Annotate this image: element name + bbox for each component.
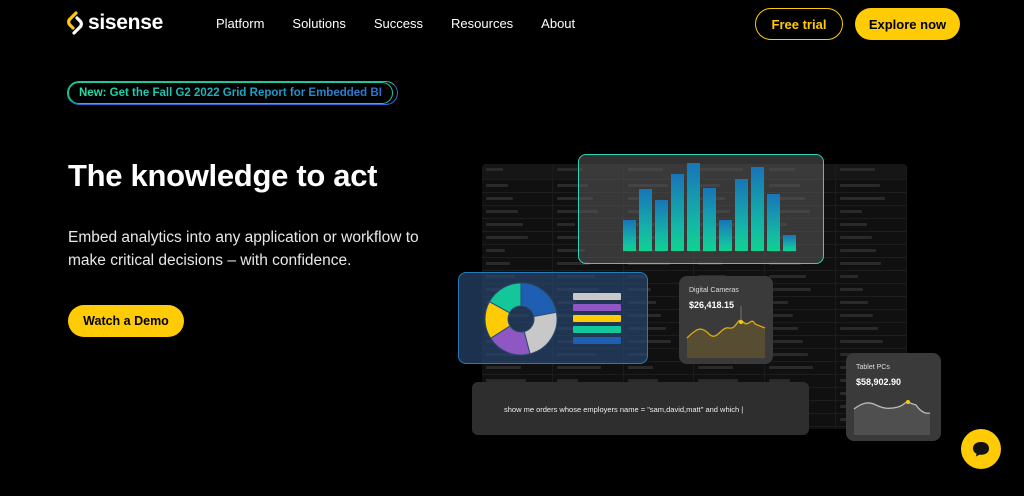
donut-slice [523,311,558,355]
chart-bar [767,193,780,251]
chart-bar [671,173,684,251]
table-cell [836,193,907,205]
hero-title: The knowledge to act [68,158,378,193]
natural-language-query-box: show me orders whose employers name = "s… [472,382,809,435]
nav-links: Platform Solutions Success Resources Abo… [216,16,603,31]
chart-bar [783,235,796,251]
chart-bar [735,178,748,251]
logo-text: sisense [88,11,163,34]
table-cell [765,310,837,322]
table-cell [836,271,907,283]
table-cell [836,245,907,257]
table-cell [836,164,907,179]
dashboard-illustration: Digital Cameras $26,418.15 Tablet PCs $5… [458,150,960,450]
sparkline [853,400,931,435]
table-cell [482,219,553,231]
table-cell [836,323,907,335]
chart-bar [655,199,668,251]
table-cell [836,180,907,192]
table-cell [482,206,553,218]
table-cell [482,232,553,244]
table-cell [482,180,553,192]
legend-swatch [573,304,621,311]
chart-bar [719,220,732,251]
table-cell [482,164,553,179]
table-cell [836,310,907,322]
table-cell [482,193,553,205]
table-cell [765,323,837,335]
table-cell [836,284,907,296]
chart-bar [639,189,652,251]
table-cell [836,297,907,309]
query-text: show me orders whose employers name = "s… [504,405,744,414]
pie-chart-card [458,272,648,364]
digital-cameras-card: Digital Cameras $26,418.15 [679,276,773,364]
bar-chart-card [578,154,824,264]
free-trial-button[interactable]: Free trial [755,8,843,40]
table-cell [765,362,837,374]
table-cell [836,232,907,244]
watch-demo-button[interactable]: Watch a Demo [68,305,184,337]
table-cell [482,245,553,257]
legend-swatch [573,293,621,300]
hero-subtitle: Embed analytics into any application or … [68,229,419,269]
announcement-badge[interactable]: New: Get the Fall G2 2022 Grid Report fo… [68,82,393,104]
chat-bubble-icon [973,442,989,457]
table-cell [836,219,907,231]
sisense-logo-icon [67,11,83,35]
table-cell [836,258,907,270]
table-cell [765,297,837,309]
table-cell [836,336,907,348]
explore-now-button[interactable]: Explore now [855,8,960,40]
chat-button[interactable] [961,429,1001,469]
nav-about[interactable]: About [541,16,575,31]
table-cell [765,336,837,348]
tablet-pcs-card: Tablet PCs $58,902.90 [846,353,941,441]
bar-chart [623,163,796,251]
nav-success[interactable]: Success [374,16,423,31]
legend-swatch [573,315,621,322]
sisense-logo[interactable]: sisense [66,11,163,35]
nav-solutions[interactable]: Solutions [292,16,345,31]
table-cell [482,258,553,270]
chart-bar [687,163,700,251]
donut-chart [484,282,558,356]
chart-bar [703,187,716,251]
table-cell [765,284,837,296]
top-nav: sisense Platform Solutions Success Resou… [0,0,1024,48]
table-cell [765,271,837,283]
chart-bar [751,167,764,251]
nav-platform[interactable]: Platform [216,16,264,31]
legend-bars [573,293,621,348]
chart-bar [623,220,636,251]
table-cell [765,349,837,361]
donut-slice [520,282,557,318]
legend-swatch [573,337,621,344]
legend-swatch [573,326,621,333]
sparkline [686,306,766,358]
nav-resources[interactable]: Resources [451,16,513,31]
table-cell [836,206,907,218]
